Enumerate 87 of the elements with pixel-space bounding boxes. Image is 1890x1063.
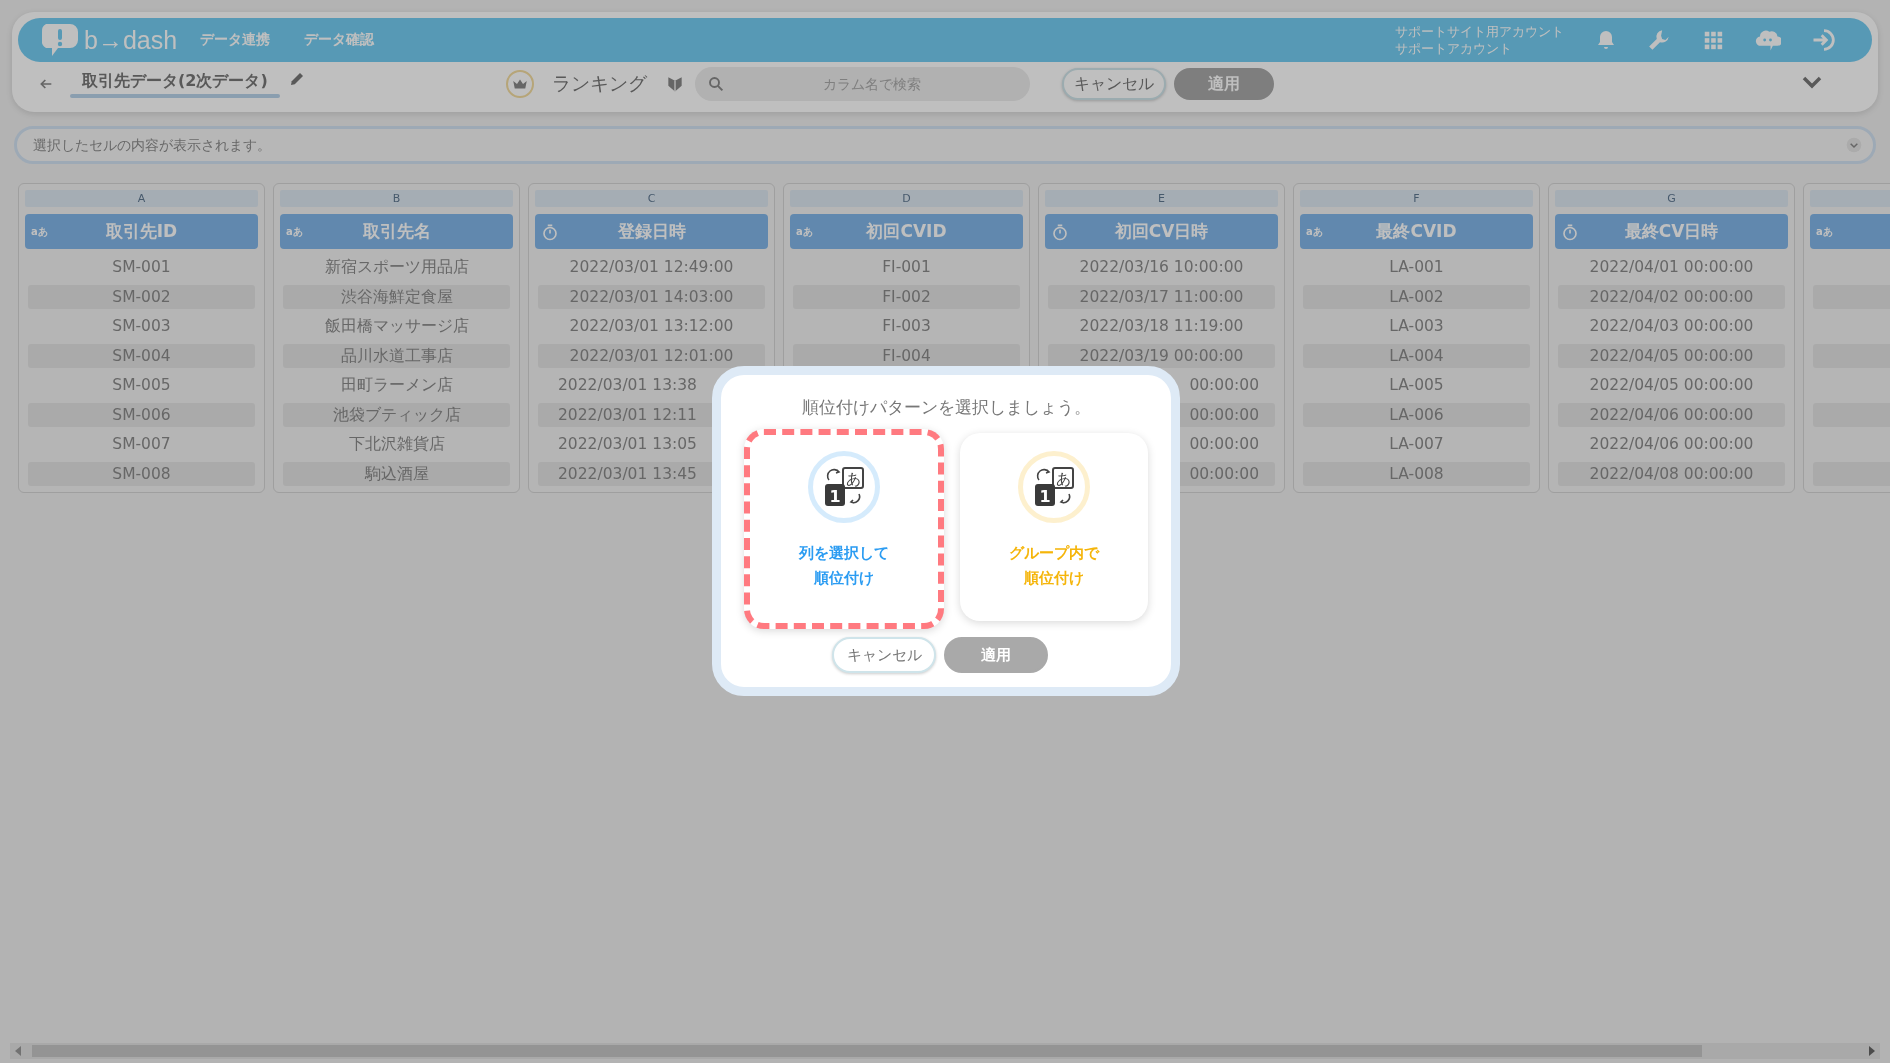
stopwatch-icon bbox=[1561, 222, 1579, 241]
table-cell[interactable]: 2022/03/19 00:00:00 bbox=[1048, 343, 1275, 368]
table-cell[interactable]: 2022/03/01 14:03:00 bbox=[538, 284, 765, 309]
table-cell[interactable]: 田町ラーメン店 bbox=[283, 373, 510, 397]
table-cell[interactable]: SM-002 bbox=[28, 284, 255, 309]
table-cell[interactable]: LA-008 bbox=[1303, 461, 1530, 486]
table-title: 取引先データ(2次データ) bbox=[81, 70, 269, 92]
table-cell[interactable]: 新宿スポーツ用品店 bbox=[283, 255, 510, 279]
column-header[interactable]: 登録日時 bbox=[535, 214, 768, 249]
table-cell[interactable]: 2022/04/03 00:00:00 bbox=[1558, 314, 1785, 338]
column-header[interactable]: aあ 取引先名 bbox=[280, 214, 513, 249]
search-icon bbox=[706, 75, 725, 93]
table-cell[interactable]: 2022/03/18 11:19:00 bbox=[1048, 314, 1275, 338]
grid-icon bbox=[1702, 29, 1724, 51]
scroll-left-icon[interactable] bbox=[14, 1046, 22, 1056]
dialog-title: 順位付けパターンを選択しましょう。 bbox=[801, 396, 1091, 419]
column-header[interactable]: aあ bbox=[1810, 214, 1890, 249]
table-cell[interactable]: SM-001 bbox=[28, 255, 255, 279]
type-label: aあ bbox=[796, 224, 813, 239]
table-cell[interactable]: FI-003 bbox=[793, 314, 1020, 338]
table-cell[interactable]: 2022/04/08 00:00:00 bbox=[1558, 461, 1785, 486]
table-cell[interactable]: 2022/04/06 00:00:00 bbox=[1558, 402, 1785, 427]
table-cell[interactable]: 品川水道工事店 bbox=[283, 343, 510, 368]
column-letter: G bbox=[1555, 190, 1788, 207]
mode-label: ランキング bbox=[551, 71, 647, 96]
table-cell[interactable]: 2022/03/01 12:49:00 bbox=[538, 255, 765, 279]
table-cell[interactable]: 2022/04/06 00:00:00 bbox=[1558, 432, 1785, 456]
table-cell[interactable]: SM-008 bbox=[28, 461, 255, 486]
table-cell[interactable]: LA-005 bbox=[1303, 373, 1530, 397]
table-cell[interactable]: SM-007 bbox=[28, 432, 255, 456]
table-cell[interactable]: 2022/03/01 13:12:00 bbox=[538, 314, 765, 338]
table-cell[interactable]: 下北沢雑貨店 bbox=[283, 432, 510, 456]
cancel-button[interactable]: キャンセル bbox=[832, 637, 936, 673]
chevron-down-icon bbox=[1846, 137, 1862, 153]
table-cell[interactable]: FI-001 bbox=[793, 255, 1020, 279]
stopwatch-icon bbox=[1051, 222, 1069, 241]
table-cell[interactable]: LA-001 bbox=[1303, 255, 1530, 279]
table-cell[interactable]: SM-004 bbox=[28, 343, 255, 368]
column-letter: E bbox=[1045, 190, 1278, 207]
table-cell[interactable]: 飯田橋マッサージ店 bbox=[283, 314, 510, 338]
table-cell[interactable]: 2022/04/05 00:00:00 bbox=[1558, 343, 1785, 368]
table-cell[interactable]: 2022/03/16 10:00:00 bbox=[1048, 255, 1275, 279]
option-card[interactable]: あ 1 列を選択して順位付け bbox=[744, 429, 944, 629]
nav-link[interactable]: データ連携 bbox=[200, 31, 270, 49]
table-cell[interactable]: 駒込酒屋 bbox=[283, 461, 510, 486]
column-header[interactable]: aあ 初回CVID bbox=[790, 214, 1023, 249]
column-header[interactable]: 初回CV日時 bbox=[1045, 214, 1278, 249]
scroll-right-icon[interactable] bbox=[1868, 1046, 1876, 1056]
option-label: グループ内で順位付け bbox=[1008, 543, 1101, 589]
column-letter: B bbox=[280, 190, 513, 207]
type-label: aあ bbox=[286, 224, 303, 239]
table-cell[interactable]: 2022/04/02 00:00:00 bbox=[1558, 284, 1785, 309]
column-header[interactable]: aあ 最終CVID bbox=[1300, 214, 1533, 249]
nav-link[interactable]: データ確認 bbox=[304, 31, 374, 49]
option-label: 列を選択して順位付け bbox=[798, 543, 890, 589]
table-cell[interactable]: LA-007 bbox=[1303, 432, 1530, 456]
type-label: aあ bbox=[1306, 224, 1323, 239]
table-cell[interactable]: FI-004 bbox=[793, 343, 1020, 368]
column-letter: D bbox=[790, 190, 1023, 207]
type-label: aあ bbox=[31, 224, 48, 239]
column-letter: F bbox=[1300, 190, 1533, 207]
horizontal-scrollbar[interactable] bbox=[10, 1043, 1880, 1059]
column-letter: A bbox=[25, 190, 258, 207]
table-cell[interactable]: 2022/04/05 00:00:00 bbox=[1558, 373, 1785, 397]
type-label: aあ bbox=[1816, 224, 1833, 239]
table-cell[interactable]: FI-002 bbox=[793, 284, 1020, 309]
table-cell[interactable]: LA-006 bbox=[1303, 402, 1530, 427]
column-letter: C bbox=[535, 190, 768, 207]
table-cell[interactable]: 渋谷海鮮定食屋 bbox=[283, 284, 510, 309]
table-cell[interactable]: LA-004 bbox=[1303, 343, 1530, 368]
column-header[interactable]: aあ 取引先ID bbox=[25, 214, 258, 249]
account-name: サポートアカウント bbox=[1395, 40, 1513, 57]
table-cell[interactable]: LA-003 bbox=[1303, 314, 1530, 338]
stopwatch-icon bbox=[541, 222, 559, 241]
logo-text: b→dash bbox=[84, 25, 178, 55]
table-cell[interactable]: 2022/03/17 11:00:00 bbox=[1048, 284, 1275, 309]
table-cell[interactable]: SM-003 bbox=[28, 314, 255, 338]
table-cell[interactable]: 2022/03/01 12:01:00 bbox=[538, 343, 765, 368]
cancel-button[interactable]: キャンセル bbox=[1061, 68, 1166, 100]
column-header[interactable]: 最終CV日時 bbox=[1555, 214, 1788, 249]
table-cell[interactable]: 2022/04/01 00:00:00 bbox=[1558, 255, 1785, 279]
table-cell[interactable]: SM-005 bbox=[28, 373, 255, 397]
table-cell[interactable]: 池袋ブティック店 bbox=[283, 402, 510, 427]
table-cell[interactable]: SM-006 bbox=[28, 402, 255, 427]
table-cell[interactable]: LA-002 bbox=[1303, 284, 1530, 309]
cell-content-field[interactable]: 選択したセルの内容が表示されます。 bbox=[14, 126, 1876, 164]
account-name: サポートサイト用アカウント bbox=[1395, 23, 1564, 40]
